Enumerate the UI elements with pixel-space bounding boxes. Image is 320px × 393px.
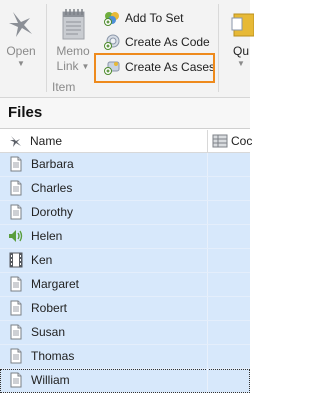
file-name: Dorothy [31,205,74,219]
ribbon: Open ▼ Memo Link ▼ Add To Set Create As … [0,0,254,98]
quick-label: Qu [232,44,249,58]
memo-link-button[interactable]: Memo Link ▼ [50,0,96,74]
file-row[interactable]: Margaret [0,273,250,297]
open-label: Open [6,44,36,58]
memo-caret-icon: ▼ [81,62,90,71]
create-as-code-button[interactable]: Create As Code [104,32,210,52]
cell-divider [207,273,208,296]
document-icon [10,156,22,172]
add-to-set-icon [104,12,119,26]
ribbon-separator [218,4,219,92]
file-name: Susan [31,325,66,339]
file-name: Ken [31,253,53,267]
document-icon [10,324,22,340]
add-to-set-button[interactable]: Add To Set [104,8,184,28]
panel-title-text: Files [8,104,43,121]
audio-icon [8,229,23,243]
file-row[interactable]: Charles [0,177,250,201]
list-header: Name Coc [0,130,252,153]
quick-button[interactable]: Qu ▼ [226,0,256,68]
file-row[interactable]: Ken [0,249,250,273]
cell-divider [207,177,208,200]
cell-divider [207,345,208,368]
quick-query-icon [231,13,254,37]
file-row[interactable]: Dorothy [0,201,250,225]
cell-divider [207,321,208,344]
file-name: Barbara [31,157,74,171]
document-icon [10,204,22,220]
cell-divider [207,153,208,176]
file-name: Charles [31,181,73,195]
item-group-label: Item [52,80,76,94]
document-icon [10,276,22,292]
file-row[interactable]: Thomas [0,345,250,369]
create-as-code-icon [104,34,120,50]
cell-divider [207,297,208,320]
files-panel-title: Files [0,98,250,129]
document-icon [10,372,22,388]
cell-divider [207,201,208,224]
cell-divider [207,225,208,248]
name-column-header[interactable]: Name [30,134,62,148]
file-row[interactable]: William [0,369,250,393]
codes-column-header[interactable]: Coc [231,134,252,148]
open-caret-icon: ▼ [17,59,25,68]
document-icon [10,180,22,196]
link-label: Link [56,59,79,73]
file-row[interactable]: Susan [0,321,250,345]
document-icon [10,348,22,364]
file-row[interactable]: Robert [0,297,250,321]
file-name: Thomas [31,349,75,363]
file-name: Robert [31,301,68,315]
memo-label: Memo [56,44,90,58]
file-name: William [31,373,70,387]
video-icon [9,252,23,268]
pin-icon[interactable] [8,133,24,149]
quick-caret-icon: ▼ [237,59,245,68]
document-icon [10,300,22,316]
file-name: Helen [31,229,63,243]
files-list: Barbara Charles Dorothy Helen Ken Margaret Rob… [0,153,250,393]
create-as-code-label: Create As Code [125,35,210,49]
ribbon-separator [46,4,47,92]
open-pin-icon [9,12,32,37]
open-button[interactable]: Open ▼ [0,0,42,68]
file-row[interactable]: Helen [0,225,250,249]
file-row[interactable]: Barbara [0,153,250,177]
file-name: Margaret [31,277,80,291]
create-as-cases-highlight [94,53,215,83]
add-to-set-label: Add To Set [125,11,184,25]
codes-column-icon [212,134,228,148]
column-divider[interactable] [207,130,208,152]
cell-divider [207,249,208,272]
memo-notepad-icon [62,9,85,40]
